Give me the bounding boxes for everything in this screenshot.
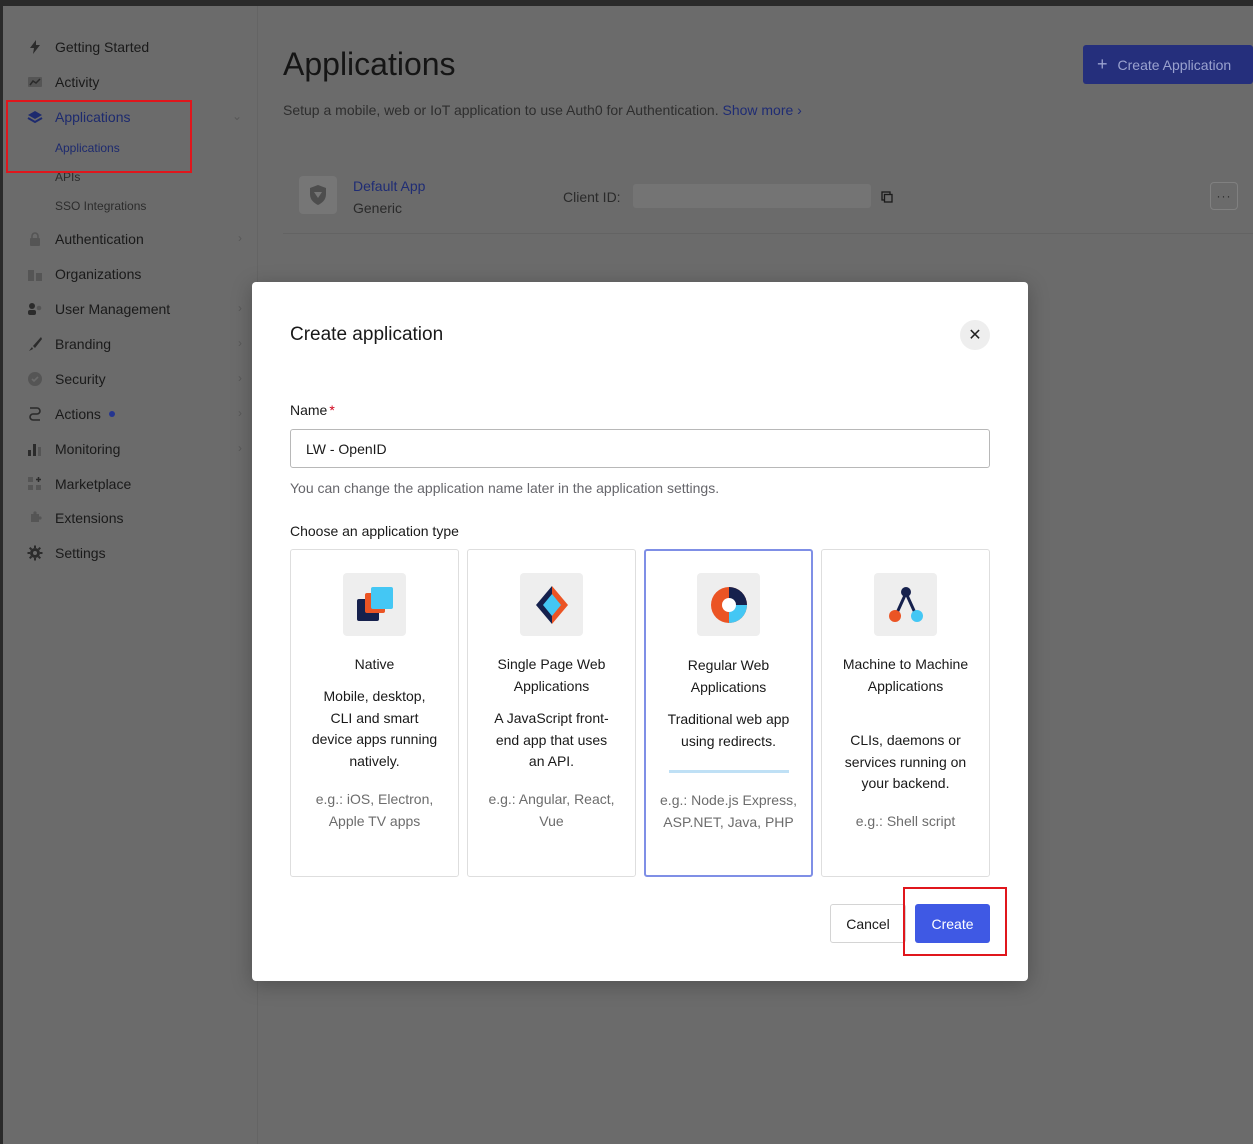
app-type-label: Choose an application type — [290, 523, 459, 539]
create-application-button[interactable]: + Create Application — [1083, 45, 1253, 84]
activity-chart-icon — [27, 74, 43, 90]
show-more-label: Show more — [722, 102, 794, 118]
chevron-right-icon: › — [238, 231, 242, 245]
sidebar-item-security[interactable]: Security › — [27, 368, 242, 390]
flow-icon — [27, 406, 43, 422]
sidebar-item-actions[interactable]: Actions › — [27, 403, 242, 425]
plus-icon: + — [1097, 54, 1108, 74]
app-type-examples: e.g.: Node.js Express, ASP.NET, Java, PH… — [660, 792, 797, 830]
sidebar-item-label: Authentication — [55, 231, 144, 247]
chevron-right-icon: › — [238, 441, 242, 455]
sidebar-item-monitoring[interactable]: Monitoring › — [27, 438, 242, 460]
application-name-link[interactable]: Default App — [353, 178, 425, 194]
gear-icon — [27, 545, 43, 561]
sidebar-item-user-management[interactable]: User Management › — [27, 298, 242, 320]
sidebar-item-label: Organizations — [55, 266, 142, 282]
building-icon — [27, 266, 43, 282]
sidebar-item-branding[interactable]: Branding › — [27, 333, 242, 355]
app-type-description: Traditional web app using redirects. — [667, 711, 790, 749]
name-field-label: Name * — [290, 402, 335, 418]
application-row[interactable]: Default App Generic Client ID: ··· — [283, 164, 1253, 234]
bolt-icon — [27, 39, 43, 55]
users-icon — [27, 301, 43, 317]
close-icon: ✕ — [968, 327, 982, 344]
native-app-icon — [343, 573, 406, 636]
sidebar: Getting Started Activity Applications ⌄ … — [3, 6, 258, 1144]
sidebar-item-label: Activity — [55, 74, 100, 90]
spa-app-icon — [520, 573, 583, 636]
cancel-button[interactable]: Cancel — [830, 904, 906, 943]
client-id-label: Client ID: — [563, 189, 621, 205]
app-type-description: A JavaScript front-end app that uses an … — [494, 710, 609, 769]
status-dot — [108, 411, 115, 417]
app-type-title: Single Page Web Applications — [497, 656, 606, 694]
sidebar-item-label: Marketplace — [55, 476, 132, 492]
chevron-down-icon: ⌄ — [231, 109, 242, 123]
lock-icon — [27, 231, 43, 247]
focus-underline — [669, 770, 789, 773]
sidebar-item-label: Monitoring — [55, 441, 121, 457]
application-type: Generic — [353, 200, 403, 216]
shield-check-icon — [27, 371, 43, 387]
highlight-applications-nav — [6, 100, 192, 173]
app-type-examples: e.g.: iOS, Electron, Apple TV apps — [315, 791, 434, 829]
app-type-card-spa[interactable]: Single Page Web Applications A JavaScrip… — [467, 549, 636, 877]
sidebar-item-activity[interactable]: Activity — [27, 71, 242, 93]
show-more-link[interactable]: Show more › — [722, 102, 801, 118]
required-mark: * — [329, 402, 335, 418]
app-type-description: CLIs, daemons or services running on you… — [844, 732, 967, 791]
regular-web-app-icon — [697, 573, 760, 636]
sidebar-item-label: Actions — [55, 406, 101, 422]
shield-logo-icon — [299, 176, 337, 214]
app-type-examples: e.g.: Angular, React, Vue — [488, 791, 615, 829]
sidebar-item-label: User Management — [55, 301, 171, 317]
grid-plus-icon — [27, 476, 43, 492]
name-help-text: You can change the application name late… — [290, 480, 720, 496]
create-application-dialog: Create application ✕ Name* You can chang… — [252, 282, 1028, 981]
sidebar-item-label: Getting Started — [55, 39, 150, 55]
name-label-text: Name — [290, 402, 328, 418]
chevron-right-icon: › — [238, 336, 242, 350]
sidebar-item-label: Branding — [55, 336, 112, 352]
app-type-card-m2m[interactable]: Machine to Machine Applications CLIs, da… — [821, 549, 990, 877]
create-application-label: Create Application — [1117, 56, 1232, 73]
chevron-right-icon: › — [238, 301, 242, 315]
dialog-title: Create application — [290, 324, 444, 345]
m2m-app-icon — [874, 573, 937, 636]
app-type-title: Regular Web Applications — [687, 657, 770, 695]
highlight-create-button — [903, 887, 1007, 956]
page-subtitle: Setup a mobile, web or IoT application t… — [283, 102, 802, 118]
app-type-card-native[interactable]: Native Mobile, desktop, CLI and smart de… — [290, 549, 459, 877]
sidebar-item-label: Settings — [55, 545, 106, 561]
sidebar-item-getting-started[interactable]: Getting Started — [27, 36, 242, 58]
copy-icon[interactable] — [881, 190, 893, 208]
bar-chart-icon — [27, 441, 43, 457]
app-type-title: Native — [354, 656, 395, 672]
app-type-description: Mobile, desktop, CLI and smart device ap… — [311, 688, 438, 769]
brush-icon — [27, 336, 43, 352]
sidebar-item-marketplace[interactable]: Marketplace — [27, 473, 242, 495]
close-button[interactable]: ✕ — [960, 320, 990, 350]
client-id-value — [633, 184, 871, 208]
page-subtitle-text: Setup a mobile, web or IoT application t… — [283, 102, 719, 118]
more-options-button[interactable]: ··· — [1210, 182, 1238, 210]
chevron-right-icon: › — [238, 371, 242, 385]
app-type-card-regular-web[interactable]: Regular Web Applications Traditional web… — [644, 549, 813, 877]
app-type-title: Machine to Machine Applications — [842, 656, 969, 694]
sidebar-item-authentication[interactable]: Authentication › — [27, 228, 242, 250]
sidebar-item-settings[interactable]: Settings — [27, 542, 242, 564]
puzzle-icon — [27, 510, 43, 526]
name-input[interactable] — [290, 429, 990, 468]
sidebar-item-organizations[interactable]: Organizations — [27, 263, 242, 285]
chevron-right-icon: › — [238, 406, 242, 420]
sidebar-item-label: Extensions — [55, 510, 124, 526]
sidebar-item-label: Security — [55, 371, 106, 387]
page-title: Applications — [283, 46, 456, 82]
sidebar-item-extensions[interactable]: Extensions — [27, 507, 242, 529]
sidebar-subitem-sso-integrations[interactable]: SSO Integrations — [55, 199, 146, 213]
app-type-examples: e.g.: Shell script — [855, 813, 956, 829]
